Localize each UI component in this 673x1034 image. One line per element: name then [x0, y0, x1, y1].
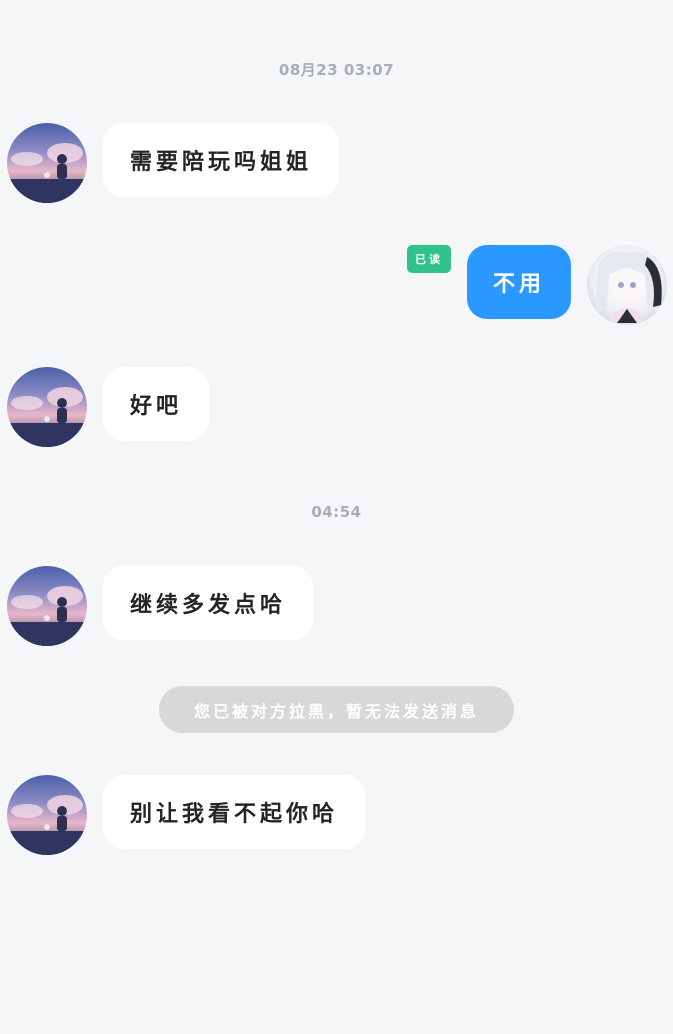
avatar-scenery-image: [7, 367, 87, 447]
blocked-notice: 您已被对方拉黑，暂无法发送消息: [159, 686, 514, 733]
timestamp: 08月23 03:07: [278, 61, 395, 79]
avatar-scenery-image: [7, 566, 87, 646]
avatar-scenery-image: [7, 123, 87, 203]
contact-avatar[interactable]: [7, 123, 87, 203]
message-bubble-incoming[interactable]: 别让我看不起你哈: [103, 775, 366, 849]
avatar-scenery-image: [7, 775, 87, 855]
message-bubble-incoming[interactable]: 继续多发点哈: [103, 566, 314, 640]
contact-avatar[interactable]: [7, 367, 87, 447]
avatar-anime-girl-image: [587, 245, 667, 325]
message-bubble-outgoing[interactable]: 不用: [467, 245, 571, 319]
message-bubble-incoming[interactable]: 好吧: [103, 367, 210, 441]
timestamp: 04:54: [311, 503, 362, 521]
read-status-badge: 已读: [407, 245, 451, 273]
contact-avatar[interactable]: [7, 566, 87, 646]
message-bubble-incoming[interactable]: 需要陪玩吗姐姐: [103, 123, 340, 197]
user-avatar[interactable]: [587, 245, 667, 325]
contact-avatar[interactable]: [7, 775, 87, 855]
